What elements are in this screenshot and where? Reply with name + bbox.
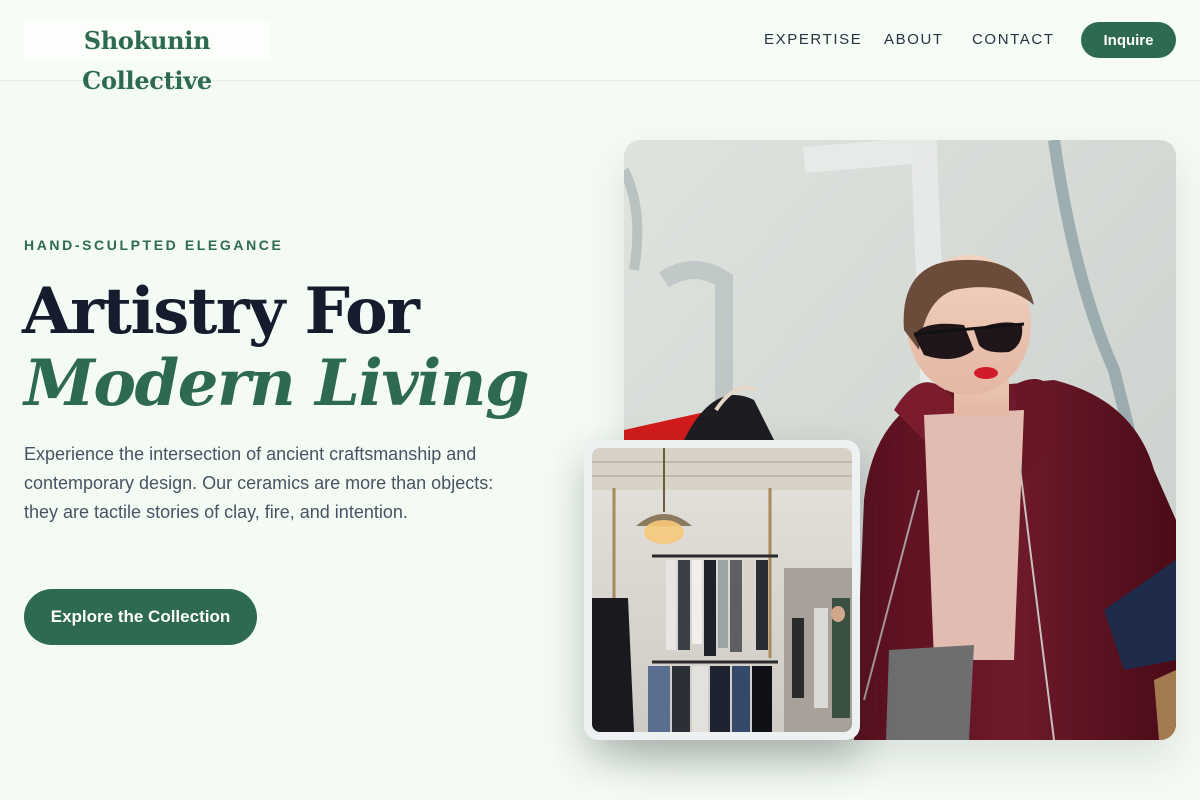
hero-eyebrow: HAND-SCULPTED ELEGANCE [24,237,284,253]
nav-link-about[interactable]: ABOUT [884,30,944,50]
site-logo[interactable]: Shokunin Collective [24,21,270,95]
inset-photo-card [584,440,860,740]
hero-description: Experience the intersection of ancient c… [24,444,494,522]
inquire-button[interactable]: Inquire [1081,22,1176,58]
hero-headline-line2: Modern Living [24,346,530,421]
explore-collection-button[interactable]: Explore the Collection [24,589,257,645]
inset-photo [592,448,852,732]
site-header: Shokunin Collective EXPERTISE ABOUT CONT… [0,0,1200,95]
nav-link-expertise[interactable]: EXPERTISE [764,30,862,50]
nav-link-contact[interactable]: CONTACT [972,30,1055,50]
